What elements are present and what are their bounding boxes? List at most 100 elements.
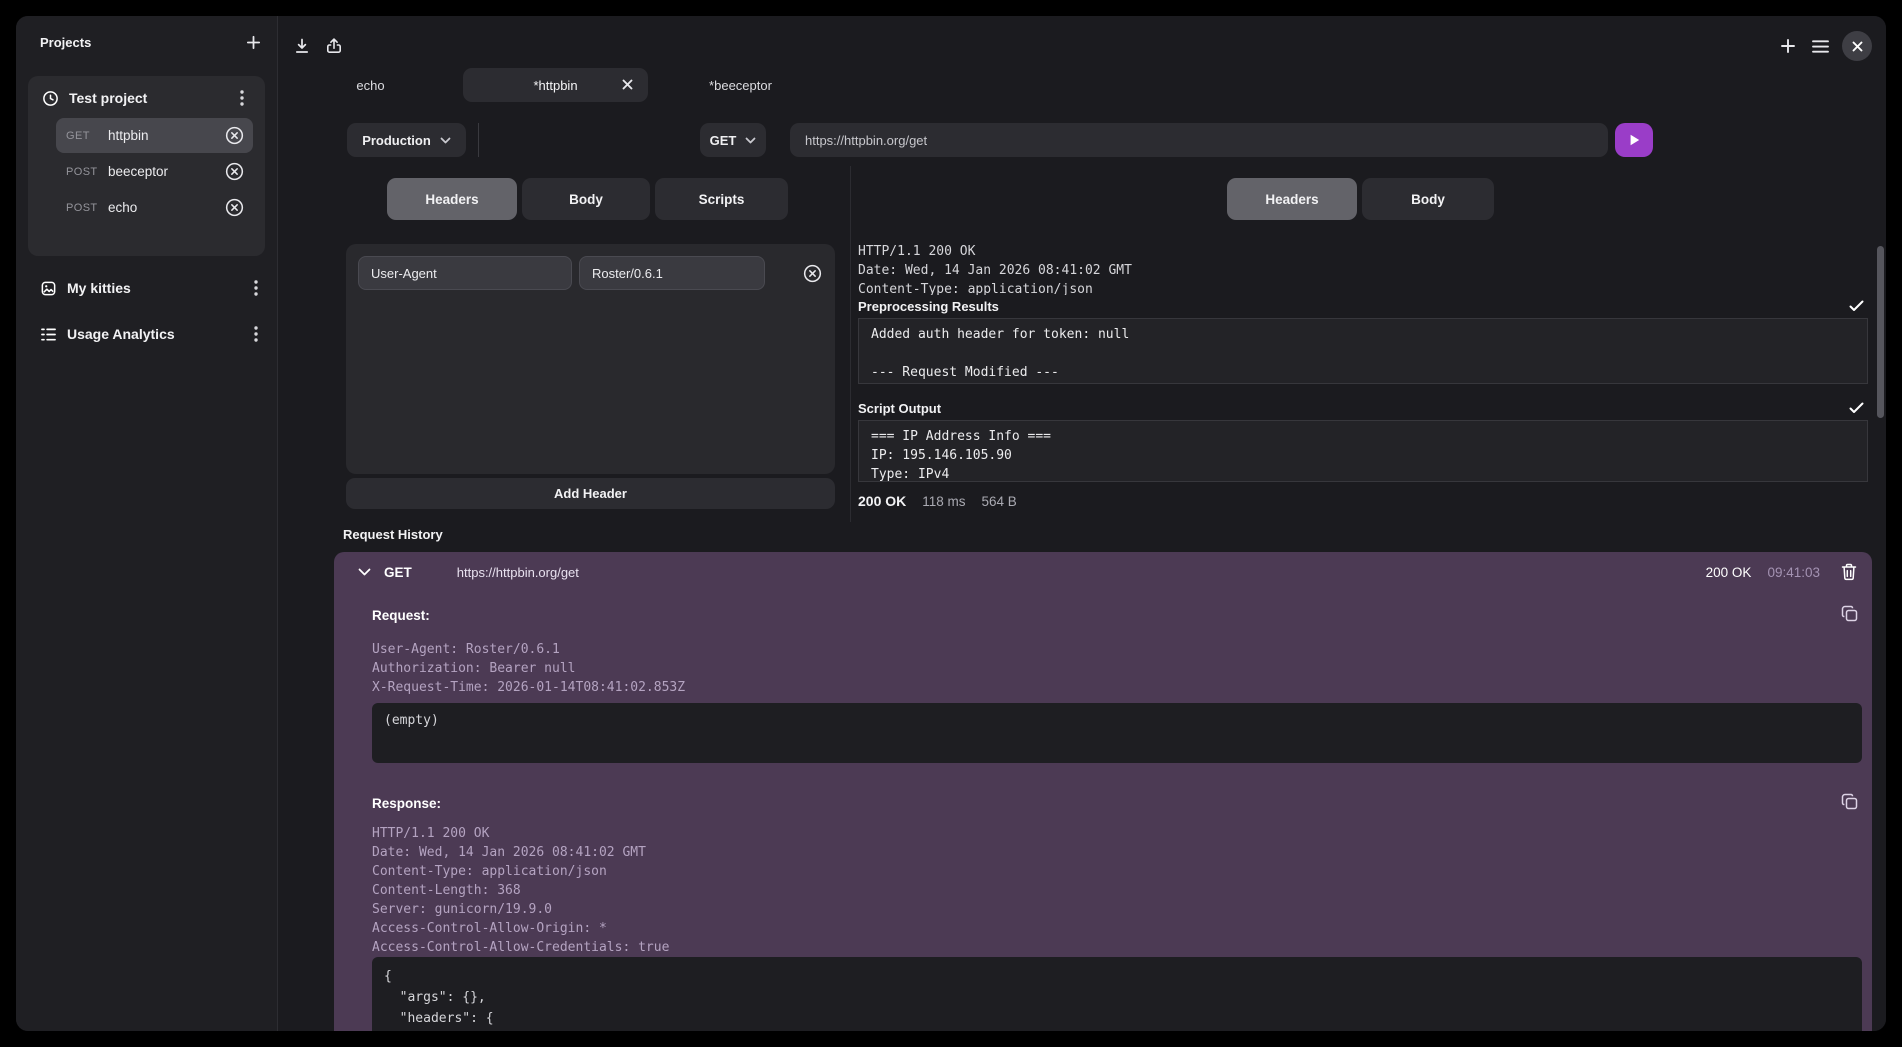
sidebar-header: Projects	[16, 26, 267, 58]
history-request-body: (empty)	[372, 703, 1862, 763]
script-output: === IP Address Info === IP: 195.146.105.…	[858, 420, 1868, 482]
request-name: beeceptor	[108, 164, 168, 179]
remove-request-button[interactable]	[222, 124, 246, 148]
check-icon	[1849, 300, 1864, 312]
export-button[interactable]	[320, 32, 348, 60]
history-url: https://httpbin.org/get	[457, 565, 579, 580]
sidebar-item-httpbin[interactable]: GET httpbin	[56, 118, 253, 153]
circle-x-icon	[224, 161, 245, 182]
section-title: Script Output	[858, 401, 941, 416]
plus-icon	[1779, 37, 1797, 55]
header-key-input[interactable]	[358, 256, 572, 290]
delete-history-button[interactable]	[1841, 563, 1857, 581]
collection-menu-button[interactable]	[245, 277, 267, 299]
close-icon	[1852, 41, 1863, 52]
collection-name: My kitties	[67, 280, 131, 296]
history-response-headers: HTTP/1.1 200 OK Date: Wed, 14 Jan 2026 0…	[372, 824, 669, 957]
share-icon	[325, 37, 343, 55]
trash-icon	[1841, 563, 1857, 581]
add-project-button[interactable]	[239, 28, 267, 56]
remove-request-button[interactable]	[222, 160, 246, 184]
dots-vertical-icon	[254, 326, 258, 342]
project-group: Test project GET httpbin POST beeceptor	[28, 76, 265, 256]
project-group-header[interactable]: Test project	[28, 76, 265, 117]
chevron-down-icon	[358, 568, 371, 576]
script-output-header: Script Output	[858, 398, 1868, 418]
project-menu-button[interactable]	[231, 87, 253, 109]
sidebar-item-echo[interactable]: POST echo	[56, 190, 253, 225]
copy-request-button[interactable]	[1841, 605, 1858, 622]
tab-request-scripts[interactable]: Scripts	[655, 178, 788, 220]
chevron-down-icon	[745, 137, 756, 144]
headers-editor-panel	[346, 244, 835, 474]
tab-beeceptor[interactable]: *beeceptor	[648, 68, 833, 102]
collection-menu-button[interactable]	[245, 323, 267, 345]
sidebar-item-my-kitties[interactable]: My kitties	[16, 273, 267, 303]
import-button[interactable]	[288, 32, 316, 60]
sidebar-item-beeceptor[interactable]: POST beeceptor	[56, 154, 253, 189]
environment-label: Production	[362, 133, 431, 148]
project-name: Test project	[69, 90, 147, 106]
tab-label: Headers	[425, 192, 478, 207]
send-request-button[interactable]	[1615, 123, 1653, 157]
url-input[interactable]	[790, 123, 1608, 157]
collection-name: Usage Analytics	[67, 326, 175, 342]
scrollbar-thumb[interactable]	[1877, 246, 1884, 418]
tab-label: Scripts	[699, 192, 745, 207]
photo-icon	[40, 280, 57, 297]
tab-response-body[interactable]: Body	[1362, 178, 1494, 220]
sidebar-item-usage-analytics[interactable]: Usage Analytics	[16, 319, 267, 349]
remove-header-button[interactable]	[802, 263, 823, 284]
circle-x-icon	[802, 263, 823, 284]
close-tab-button[interactable]	[622, 79, 633, 90]
tab-echo[interactable]: echo	[278, 68, 463, 102]
close-window-button[interactable]	[1842, 31, 1872, 61]
add-header-button[interactable]: Add Header	[346, 478, 835, 509]
request-section-label: Request:	[372, 608, 430, 623]
history-status: 200 OK	[1706, 565, 1752, 580]
history-entry-card: GET https://httpbin.org/get 200 OK 09:41…	[334, 552, 1872, 1031]
app-window: Projects Test project GET httpbin	[16, 16, 1886, 1031]
tab-label: echo	[356, 78, 384, 93]
history-method: GET	[384, 565, 412, 580]
method-label: GET	[710, 133, 737, 148]
tab-label: Body	[1411, 192, 1445, 207]
divider	[478, 123, 479, 157]
request-name: httpbin	[108, 128, 149, 143]
circle-x-icon	[224, 125, 245, 146]
dots-vertical-icon	[254, 280, 258, 296]
history-title: Request History	[343, 527, 443, 542]
response-section-label: Response:	[372, 796, 441, 811]
clock-icon	[42, 90, 59, 107]
section-title: Preprocessing Results	[858, 299, 999, 314]
tab-response-headers[interactable]: Headers	[1227, 178, 1357, 220]
sidebar: Projects Test project GET httpbin	[16, 16, 278, 1031]
history-time: 09:41:03	[1767, 565, 1820, 580]
copy-icon	[1841, 793, 1858, 810]
tab-label: Headers	[1265, 192, 1318, 207]
tab-label: *beeceptor	[709, 78, 772, 93]
dots-vertical-icon	[240, 90, 244, 106]
tab-httpbin[interactable]: *httpbin	[463, 68, 648, 102]
circle-x-icon	[224, 197, 245, 218]
preprocessing-header: Preprocessing Results	[858, 296, 1868, 316]
play-icon	[1627, 133, 1641, 147]
status-duration: 118 ms	[922, 494, 965, 509]
new-tab-button[interactable]	[1774, 32, 1802, 60]
main-area: echo *httpbin *beeceptor Production GET …	[278, 16, 1886, 1031]
copy-response-button[interactable]	[1841, 793, 1858, 810]
tab-request-headers[interactable]: Headers	[387, 178, 517, 220]
app-menu-button[interactable]	[1806, 32, 1834, 60]
remove-request-button[interactable]	[222, 196, 246, 220]
method-select[interactable]: GET	[700, 123, 766, 157]
copy-icon	[1841, 605, 1858, 622]
request-method-label: POST	[66, 202, 108, 214]
response-status-bar: 200 OK 118 ms 564 B	[858, 490, 1017, 512]
status-size: 564 B	[982, 494, 1017, 509]
status-code: 200 OK	[858, 493, 906, 509]
environment-select[interactable]: Production	[347, 123, 466, 157]
tab-request-body[interactable]: Body	[522, 178, 650, 220]
history-entry-row[interactable]: GET https://httpbin.org/get 200 OK 09:41…	[334, 552, 1872, 592]
tab-label: *httpbin	[533, 78, 577, 93]
header-value-input[interactable]	[579, 256, 765, 290]
